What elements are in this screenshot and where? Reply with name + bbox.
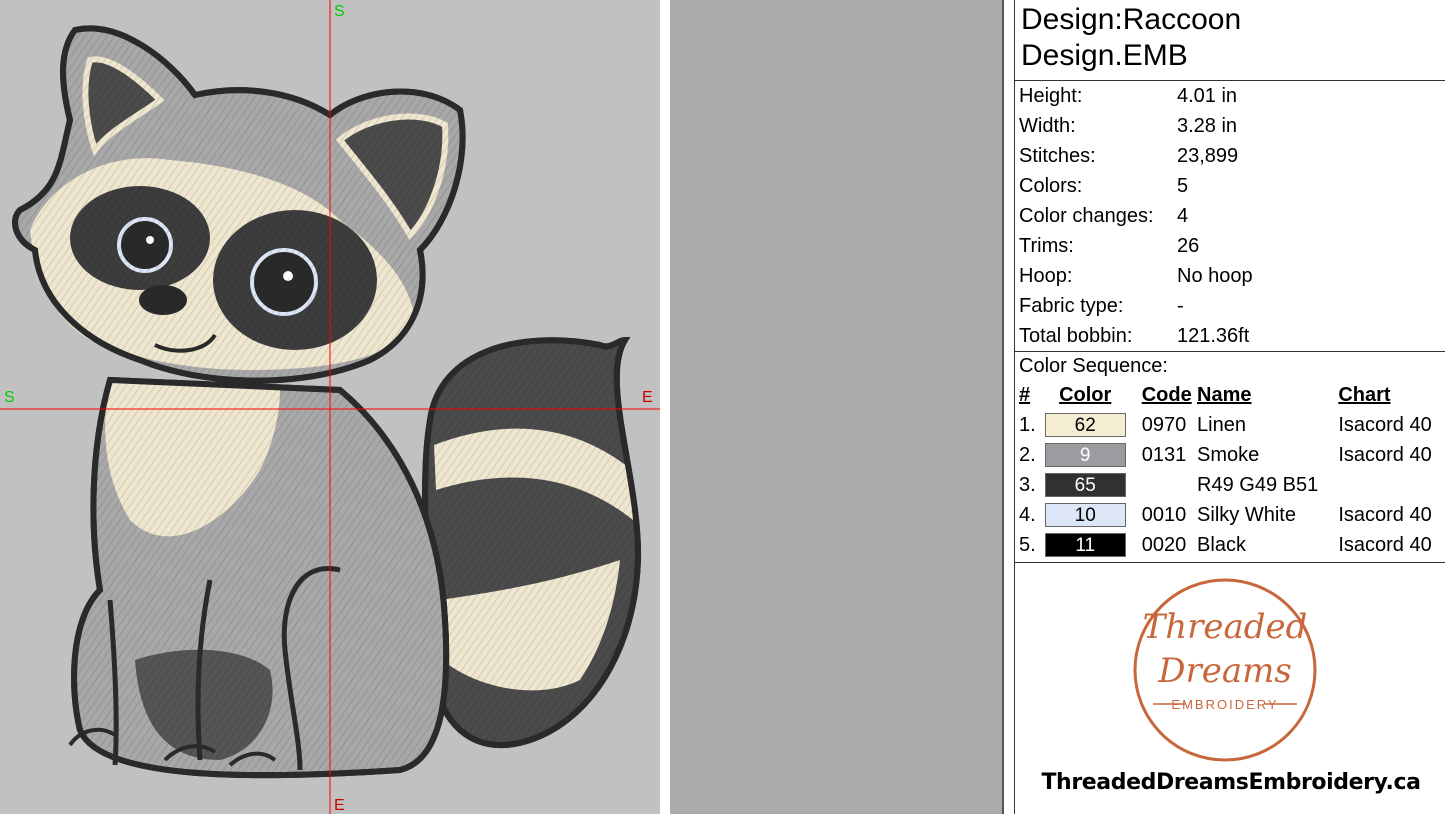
brand-area: Threaded Dreams EMBROIDERY ThreadedDream…: [1015, 560, 1445, 814]
row-num: 1.: [1019, 413, 1036, 436]
raccoon-embroidery-preview: [0, 0, 660, 814]
thread-name: Silky White: [1197, 503, 1296, 526]
row-num: 5.: [1019, 533, 1036, 556]
thread-name: R49 G49 B51: [1197, 473, 1319, 496]
stat-row-hoop: Hoop: No hoop: [1019, 265, 1253, 287]
color-sequence-row: 4. 10 0010 Silky White Isacord 40: [1015, 500, 1445, 530]
stat-row-fabric-type: Fabric type: -: [1019, 295, 1184, 317]
color-sequence-row: 1. 62 0970 Linen Isacord 40: [1015, 410, 1445, 440]
logo-line-embroidery: EMBROIDERY: [1171, 697, 1278, 712]
design-info-panel: Design:Raccoon Design.EMB Height: 4.01 in…: [1002, 0, 1445, 814]
thread-code: 0131: [1141, 443, 1187, 466]
raccoon-head: [12, 25, 466, 384]
stat-row-height: Height: 4.01 in: [1019, 85, 1238, 107]
design-stats: Height: 4.01 in Width: 3.28 in Stitches: 23…: [1015, 81, 1445, 352]
color-swatch: 62: [1044, 413, 1126, 437]
header-color: Color: [1059, 383, 1112, 406]
thread-chart: Isacord 40: [1338, 533, 1432, 556]
axis-end-right-label: E: [642, 389, 653, 406]
stat-row-trims: Trims: 26: [1019, 235, 1200, 257]
header-name: Name: [1197, 383, 1252, 406]
design-name: Design:Raccoon: [1021, 3, 1242, 36]
thread-chart: Isacord 40: [1338, 413, 1432, 436]
color-swatch: 11: [1044, 533, 1126, 557]
color-sequence-title: Color Sequence:: [1019, 355, 1168, 377]
header-num: #: [1019, 383, 1031, 406]
workspace-background: [670, 0, 1002, 814]
design-canvas[interactable]: S E S E: [0, 0, 661, 814]
website-url[interactable]: ThreadedDreamsEmbroidery.ca: [1015, 770, 1445, 795]
row-num: 3.: [1019, 473, 1036, 496]
raccoon-tail: [422, 336, 642, 748]
header-chart: Chart: [1338, 383, 1391, 406]
design-title-box: Design:Raccoon Design.EMB: [1015, 0, 1445, 81]
axis-start-left-label: S: [4, 389, 15, 406]
color-sequence-row: 3. 65 R49 G49 B51: [1015, 470, 1445, 500]
color-swatch: 9: [1044, 443, 1126, 467]
raccoon-body: [68, 376, 450, 779]
stat-row-stitches: Stitches: 23,899: [1019, 145, 1239, 167]
thread-name: Black: [1197, 533, 1246, 556]
color-swatch: 10: [1044, 503, 1126, 527]
thread-code: 0970: [1141, 413, 1187, 436]
design-file: Design.EMB: [1021, 39, 1188, 72]
threaded-dreams-logo: Threaded Dreams EMBROIDERY: [1133, 578, 1317, 762]
canvas-border: [660, 0, 670, 814]
stat-row-width: Width: 3.28 in: [1019, 115, 1238, 137]
color-sequence-header: # Color Code Name Chart: [1015, 380, 1445, 410]
header-code: Code: [1141, 383, 1192, 406]
color-sequence-row: 5. 11 0020 Black Isacord 40: [1015, 530, 1445, 560]
color-sequence: Color Sequence: # Color Code Name Chart …: [1015, 352, 1445, 563]
axis-start-top-label: S: [334, 3, 345, 20]
color-swatch: 65: [1044, 473, 1126, 497]
stat-row-colors: Colors: 5: [1019, 175, 1189, 197]
logo-line-threaded: Threaded: [1143, 607, 1308, 647]
stat-row-total-bobbin: Total bobbin: 121.36ft: [1019, 325, 1250, 347]
axis-end-bottom-label: E: [334, 797, 345, 814]
stat-row-color-changes: Color changes: 4: [1019, 205, 1189, 227]
logo-line-dreams: Dreams: [1157, 651, 1292, 691]
thread-code: 0020: [1141, 533, 1187, 556]
thread-name: Linen: [1197, 413, 1246, 436]
thread-chart: Isacord 40: [1338, 503, 1432, 526]
thread-chart: Isacord 40: [1338, 443, 1432, 466]
color-sequence-row: 2. 9 0131 Smoke Isacord 40: [1015, 440, 1445, 470]
row-num: 2.: [1019, 443, 1036, 466]
thread-code: 0010: [1141, 503, 1187, 526]
thread-name: Smoke: [1197, 443, 1260, 466]
row-num: 4.: [1019, 503, 1036, 526]
